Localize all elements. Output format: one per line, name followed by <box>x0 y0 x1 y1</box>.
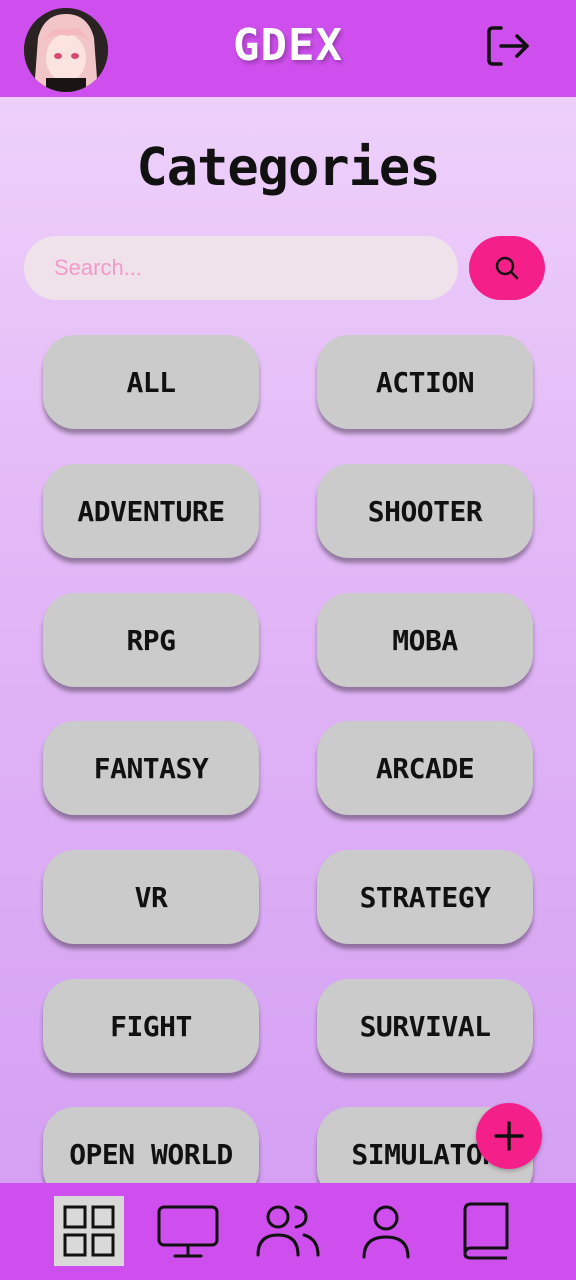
nav-categories[interactable] <box>54 1196 124 1266</box>
bottom-nav <box>0 1183 576 1280</box>
category-fantasy-button[interactable]: FANTASY <box>43 721 259 815</box>
nav-library[interactable] <box>450 1196 520 1266</box>
nav-games[interactable] <box>153 1196 223 1266</box>
logout-icon <box>487 26 529 66</box>
category-fight-button[interactable]: FIGHT <box>43 979 259 1073</box>
plus-icon <box>494 1121 524 1151</box>
category-survival-button[interactable]: SURVIVAL <box>317 979 533 1073</box>
search-input[interactable] <box>24 236 458 300</box>
category-rpg-button[interactable]: RPG <box>43 593 259 687</box>
users-icon <box>256 1205 320 1257</box>
category-moba-button[interactable]: MOBA <box>317 593 533 687</box>
profile-icon <box>362 1205 410 1259</box>
category-adventure-button[interactable]: ADVENTURE <box>43 464 259 558</box>
logout-button[interactable] <box>480 20 536 72</box>
page-title: Categories <box>136 138 440 198</box>
category-action-button[interactable]: ACTION <box>317 335 533 429</box>
category-strategy-button[interactable]: STRATEGY <box>317 850 533 944</box>
top-bar: GDEX <box>0 0 576 97</box>
monitor-icon <box>157 1205 219 1258</box>
nav-profile[interactable] <box>351 1196 421 1266</box>
category-vr-button[interactable]: VR <box>43 850 259 944</box>
search-icon <box>495 256 519 280</box>
category-all-button[interactable]: ALL <box>43 335 259 429</box>
category-shooter-button[interactable]: SHOOTER <box>317 464 533 558</box>
book-icon <box>463 1202 509 1260</box>
search-button[interactable] <box>469 236 545 300</box>
nav-community[interactable] <box>252 1196 322 1266</box>
category-arcade-button[interactable]: ARCADE <box>317 721 533 815</box>
grid-icon <box>63 1205 115 1257</box>
add-button[interactable] <box>476 1103 542 1169</box>
